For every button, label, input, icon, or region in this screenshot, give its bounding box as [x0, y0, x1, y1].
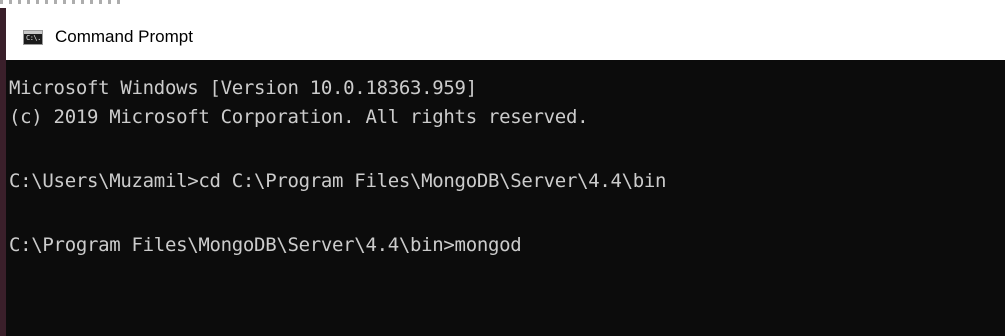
- console-line: C:\Program Files\MongoDB\Server\4.4\bin>…: [9, 234, 522, 256]
- icon-label: C:\.: [26, 34, 41, 42]
- console-line: C:\Users\Muzamil>cd C:\Program Files\Mon…: [9, 170, 667, 192]
- console-line: Microsoft Windows [Version 10.0.18363.95…: [9, 77, 477, 99]
- console-line: (c) 2019 Microsoft Corporation. All righ…: [9, 106, 589, 128]
- cropped-content-sliver: [0, 0, 120, 4]
- window-top-edge: [0, 0, 1005, 8]
- window-title: Command Prompt: [55, 27, 193, 46]
- command-prompt-icon[interactable]: C:\.: [23, 30, 43, 45]
- command-prompt-window: C:\. Command Prompt Microsoft Windows [V…: [0, 0, 1005, 336]
- console-output[interactable]: Microsoft Windows [Version 10.0.18363.95…: [6, 60, 1005, 336]
